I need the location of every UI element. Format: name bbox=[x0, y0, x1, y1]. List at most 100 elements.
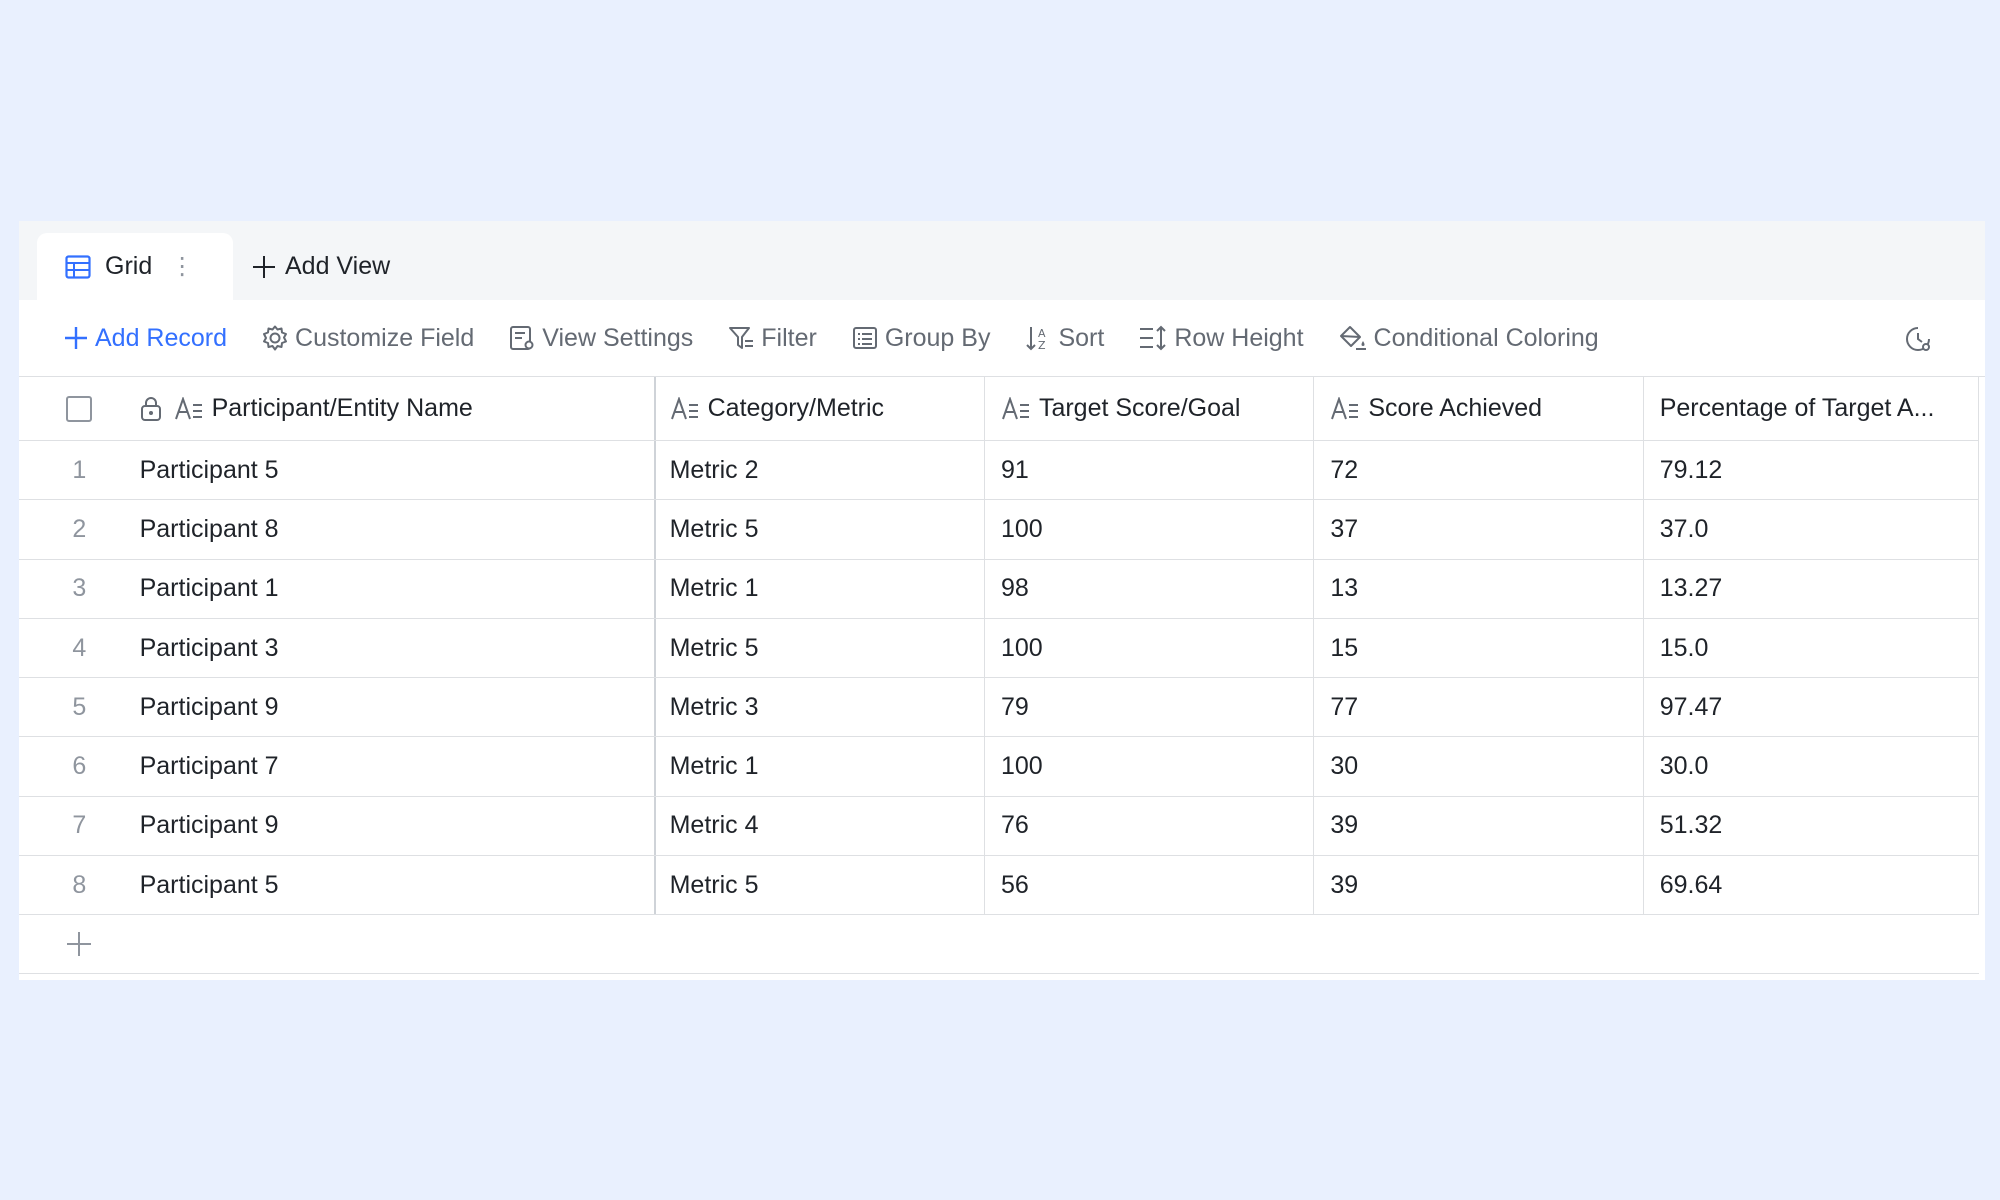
customize-field-label: Customize Field bbox=[295, 323, 475, 352]
cell-target[interactable]: 56 bbox=[985, 856, 1315, 915]
table-row[interactable]: 2 Participant 8 Metric 5 100 37 37.0 bbox=[19, 500, 1979, 560]
select-all-cell bbox=[19, 377, 140, 440]
cell-name[interactable]: Participant 5 bbox=[140, 856, 656, 915]
lock-icon bbox=[140, 396, 162, 422]
cell-score[interactable]: 15 bbox=[1314, 618, 1644, 678]
tab-grid-label: Grid bbox=[105, 252, 153, 280]
cell-name[interactable]: Participant 9 bbox=[140, 796, 656, 856]
cell-category[interactable]: Metric 1 bbox=[656, 737, 985, 796]
cell-score[interactable]: 37 bbox=[1314, 500, 1644, 559]
row-index: 5 bbox=[72, 692, 87, 721]
add-row-button[interactable] bbox=[19, 915, 1979, 975]
cell-category[interactable]: Metric 4 bbox=[656, 796, 985, 856]
add-record-button[interactable]: Add Record bbox=[63, 324, 227, 353]
sort-button[interactable]: A Z Sort bbox=[1024, 324, 1104, 353]
filter-button[interactable]: Filter bbox=[727, 324, 817, 353]
cell-percentage[interactable]: 37.0 bbox=[1644, 500, 1979, 559]
cell-category[interactable]: Metric 5 bbox=[656, 500, 985, 559]
cell-name[interactable]: Participant 5 bbox=[140, 441, 656, 500]
add-view-label: Add View bbox=[285, 252, 391, 280]
plus-icon bbox=[63, 325, 89, 351]
grid-body: 1 Participant 5 Metric 2 91 72 79.12 2 P… bbox=[19, 441, 1979, 916]
view-settings-button[interactable]: View Settings bbox=[508, 324, 693, 353]
cell-target[interactable]: 100 bbox=[985, 737, 1315, 796]
grid-view-app: Grid ⋮ Add View Add Record Customize Fie… bbox=[19, 221, 1985, 980]
table-row[interactable]: 1 Participant 5 Metric 2 91 72 79.12 bbox=[19, 441, 1979, 501]
cell-percentage[interactable]: 15.0 bbox=[1644, 618, 1979, 678]
table-row[interactable]: 3 Participant 1 Metric 1 98 13 13.27 bbox=[19, 559, 1979, 619]
cell-category[interactable]: Metric 5 bbox=[656, 856, 985, 915]
cell-score[interactable]: 39 bbox=[1314, 796, 1644, 856]
cell-percentage[interactable]: 97.47 bbox=[1644, 678, 1979, 737]
cell-percentage[interactable]: 51.32 bbox=[1644, 796, 1979, 856]
column-header-percentage-label: Percentage of Target A... bbox=[1659, 394, 1935, 422]
cell-score[interactable]: 39 bbox=[1314, 856, 1644, 915]
conditional-coloring-button[interactable]: Conditional Coloring bbox=[1338, 324, 1599, 353]
svg-text:Z: Z bbox=[1038, 339, 1046, 352]
cell-percentage[interactable]: 13.27 bbox=[1644, 559, 1979, 618]
cell-name[interactable]: Participant 3 bbox=[140, 618, 656, 678]
cell-target[interactable]: 100 bbox=[985, 500, 1315, 559]
row-height-icon bbox=[1138, 324, 1168, 352]
select-all-checkbox[interactable] bbox=[66, 395, 93, 422]
column-header-category[interactable]: Category/Metric bbox=[656, 377, 985, 440]
customize-field-button[interactable]: Customize Field bbox=[261, 324, 474, 353]
cell-name[interactable]: Participant 9 bbox=[140, 678, 656, 737]
cell-percentage[interactable]: 30.0 bbox=[1644, 737, 1979, 796]
column-header-percentage[interactable]: Percentage of Target A... bbox=[1644, 377, 1979, 440]
history-icon bbox=[1903, 324, 1933, 354]
cell-category[interactable]: Metric 2 bbox=[656, 441, 985, 500]
plus-icon bbox=[251, 254, 277, 280]
table-row[interactable]: 8 Participant 5 Metric 5 56 39 69.64 bbox=[19, 856, 1979, 916]
conditional-coloring-label: Conditional Coloring bbox=[1373, 323, 1599, 352]
gear-icon bbox=[261, 324, 289, 352]
column-header-target-label: Target Score/Goal bbox=[1038, 394, 1241, 422]
row-index: 3 bbox=[72, 574, 87, 603]
table-row[interactable]: 7 Participant 9 Metric 4 76 39 51.32 bbox=[19, 796, 1979, 857]
view-settings-label: View Settings bbox=[542, 323, 694, 352]
paint-bucket-icon bbox=[1338, 324, 1368, 352]
toolbar: Add Record Customize Field View Settings… bbox=[19, 300, 1985, 377]
view-settings-icon bbox=[508, 324, 536, 352]
row-index: 8 bbox=[72, 870, 87, 899]
history-button[interactable] bbox=[1903, 324, 1933, 354]
text-field-icon bbox=[1330, 396, 1360, 421]
cell-category[interactable]: Metric 1 bbox=[656, 559, 985, 618]
filter-icon bbox=[727, 324, 755, 352]
cell-percentage[interactable]: 69.64 bbox=[1644, 856, 1979, 915]
cell-name[interactable]: Participant 8 bbox=[140, 500, 656, 559]
row-height-button[interactable]: Row Height bbox=[1138, 324, 1304, 353]
cell-percentage[interactable]: 79.12 bbox=[1644, 441, 1979, 500]
column-header-target[interactable]: Target Score/Goal bbox=[985, 377, 1315, 440]
add-view-button[interactable]: Add View bbox=[251, 233, 390, 300]
cell-target[interactable]: 98 bbox=[985, 559, 1315, 618]
cell-target[interactable]: 76 bbox=[985, 796, 1315, 856]
cell-target[interactable]: 100 bbox=[985, 618, 1315, 678]
table-row[interactable]: 4 Participant 3 Metric 5 100 15 15.0 bbox=[19, 618, 1979, 679]
cell-category[interactable]: Metric 5 bbox=[656, 618, 985, 678]
cell-score[interactable]: 13 bbox=[1314, 559, 1644, 618]
table-row[interactable]: 6 Participant 7 Metric 1 100 30 30.0 bbox=[19, 737, 1979, 797]
cell-target[interactable]: 91 bbox=[985, 441, 1315, 500]
cell-target[interactable]: 79 bbox=[985, 678, 1315, 737]
cell-name[interactable]: Participant 1 bbox=[140, 559, 656, 618]
cell-name[interactable]: Participant 7 bbox=[140, 737, 656, 796]
cell-score[interactable]: 77 bbox=[1314, 678, 1644, 737]
text-field-icon bbox=[670, 396, 700, 421]
group-by-button[interactable]: Group By bbox=[851, 324, 990, 353]
cell-score[interactable]: 30 bbox=[1314, 737, 1644, 796]
column-header-name-label: Participant/Entity Name bbox=[211, 394, 473, 422]
table-row[interactable]: 5 Participant 9 Metric 3 79 77 97.47 bbox=[19, 678, 1979, 738]
data-grid: Participant/Entity Name Category/Metric bbox=[19, 377, 1979, 975]
cell-category[interactable]: Metric 3 bbox=[656, 678, 985, 737]
cell-score[interactable]: 72 bbox=[1314, 441, 1644, 500]
row-index: 1 bbox=[72, 455, 87, 484]
more-options-icon[interactable]: ⋮ bbox=[170, 252, 194, 281]
row-index: 4 bbox=[72, 633, 87, 662]
column-header-name[interactable]: Participant/Entity Name bbox=[140, 377, 656, 440]
column-header-score-label: Score Achieved bbox=[1368, 394, 1543, 422]
row-index: 7 bbox=[72, 811, 87, 840]
tab-grid[interactable]: Grid ⋮ bbox=[37, 233, 233, 300]
add-record-label: Add Record bbox=[95, 323, 228, 352]
column-header-score[interactable]: Score Achieved bbox=[1314, 377, 1644, 440]
